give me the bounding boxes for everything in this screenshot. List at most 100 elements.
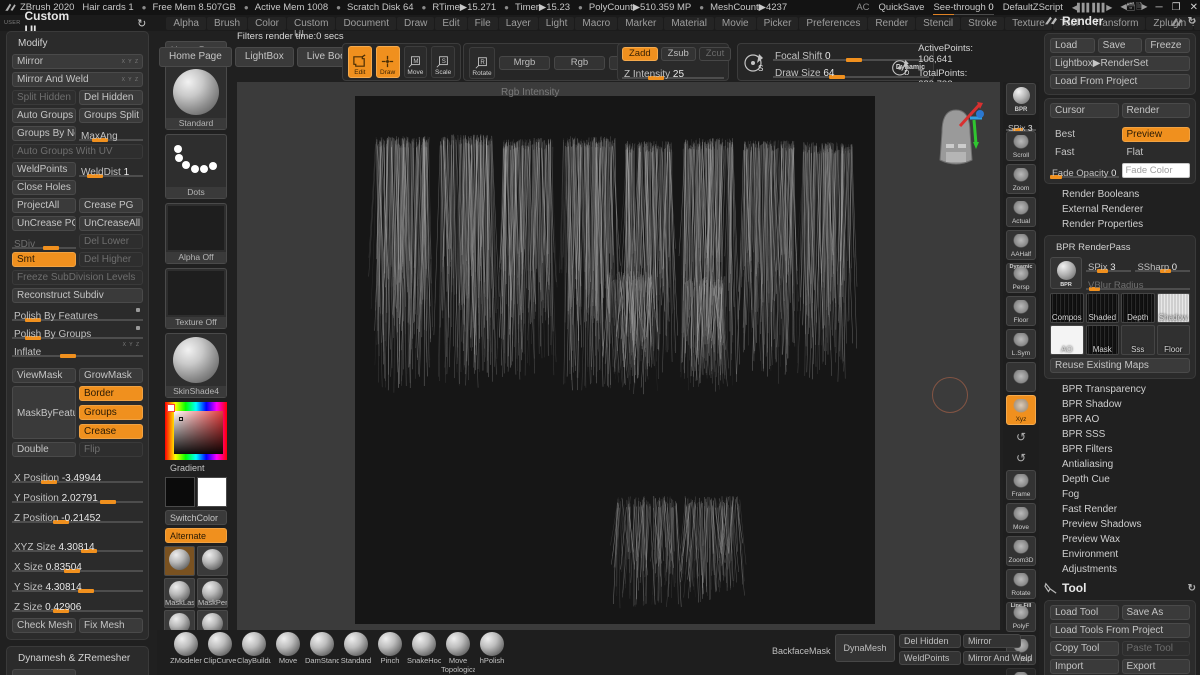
main-color-swatch[interactable] (165, 477, 195, 507)
render-section-render-properties[interactable]: Render Properties (1040, 217, 1200, 232)
menu-item-preferences[interactable]: Preferences (799, 16, 868, 30)
import-button[interactable]: Import (1050, 659, 1119, 674)
slider-y-position[interactable]: Y Position 2.02791 (12, 488, 143, 504)
strip-ghost-icon[interactable]: Ghost (1006, 668, 1036, 675)
strip-scroll-hand-icon[interactable]: Scroll (1006, 131, 1036, 161)
weldpoints-bottom-button[interactable]: WeldPoints (899, 651, 961, 665)
render-section-fog[interactable]: Fog (1040, 487, 1200, 502)
render-section-bpr-sss[interactable]: BPR SSS (1040, 427, 1200, 442)
menu-item-stroke[interactable]: Stroke (961, 16, 1005, 30)
mask-feature-crease[interactable]: Crease (79, 424, 143, 439)
strip-floor-grid-icon[interactable]: Floor (1006, 296, 1036, 326)
alternate-button[interactable]: Alternate (165, 528, 227, 543)
menu-item-alpha[interactable]: Alpha (166, 16, 206, 30)
tab-home-page[interactable]: Home Page (159, 47, 232, 67)
swatch-alpha-off[interactable]: Alpha Off (165, 203, 227, 264)
menu-item-movie[interactable]: Movie (714, 16, 756, 30)
menu-item-light[interactable]: Light (538, 16, 575, 30)
btn-groups-split[interactable]: Groups Split (79, 108, 143, 123)
render-pass-mask[interactable]: Mask (1085, 325, 1119, 355)
btn-flip[interactable]: Flip (79, 442, 143, 457)
btn-crease-pg[interactable]: Crease PG (79, 198, 143, 213)
slider-polish-by-groups[interactable]: Polish By Groups (12, 324, 143, 340)
strip-rotate3d-icon[interactable]: Rotate (1006, 569, 1036, 599)
brush-pinch[interactable]: Pinch (373, 630, 407, 674)
btn-del-lower[interactable]: Del Lower (79, 234, 143, 249)
btn-projectall[interactable]: ProjectAll (12, 198, 76, 213)
best-button[interactable]: Best (1050, 127, 1119, 142)
strip-aahalf-icon[interactable]: AAHalf (1006, 230, 1036, 260)
swatch-texture-off[interactable]: Texture Off (165, 268, 227, 329)
render-section-bpr-filters[interactable]: BPR Filters (1040, 442, 1200, 457)
load-tool-button[interactable]: Load Tool (1050, 605, 1119, 620)
slider-polish-by-features[interactable]: Polish By Features (12, 306, 143, 322)
btn-auto-groups[interactable]: Auto Groups (12, 108, 76, 123)
flat-button[interactable]: Flat (1122, 145, 1191, 160)
bpr-preview-button[interactable]: BPR (1050, 257, 1082, 289)
strip-frame-icon[interactable]: Frame (1006, 470, 1036, 500)
btn-freeze-subdivision-levels[interactable]: Freeze SubDivision Levels (12, 270, 143, 285)
dynamic-brush-d-icon[interactable]: D (890, 54, 913, 80)
z-intensity-slider[interactable]: Z Intensity 25 (622, 64, 724, 80)
load-tools-from-project-button[interactable]: Load Tools From Project (1050, 623, 1190, 638)
btn-double[interactable]: Double (12, 442, 76, 457)
slider-sdiv[interactable]: SDiv (12, 234, 76, 250)
copy-tool-button[interactable]: Copy Tool (1050, 641, 1119, 656)
rotate-mode-button[interactable]: R Rotate (469, 47, 495, 79)
zcut-button[interactable]: Zcut (698, 47, 732, 61)
ssharp-slider[interactable]: SSharp 0 (1135, 257, 1190, 273)
orientation-gizmo[interactable] (922, 100, 992, 182)
menu-item-brush[interactable]: Brush (206, 16, 248, 30)
xyz-toggle[interactable]: X Y Z (123, 342, 140, 348)
cursor-button[interactable]: Cursor (1050, 103, 1119, 118)
gradient-label[interactable]: Gradient (165, 460, 227, 475)
material-sphere2-icon[interactable] (197, 546, 228, 576)
modifier-dot[interactable] (136, 326, 140, 330)
document-area[interactable] (355, 96, 875, 624)
color-picker[interactable] (165, 402, 227, 460)
zadd-button[interactable]: Zadd (622, 47, 658, 61)
render-pass-floor[interactable]: Floor (1156, 325, 1190, 355)
preview-button[interactable]: Preview (1121, 127, 1190, 142)
scale-mode-button[interactable]: S Scale (431, 46, 455, 78)
tool-panel-header[interactable]: Tool ↻ (1040, 579, 1200, 597)
menu-item-draw[interactable]: Draw (397, 16, 435, 30)
render-section-external-renderer[interactable]: External Renderer (1040, 202, 1200, 217)
slider-xyz-size[interactable]: XYZ Size 4.30814 (12, 537, 143, 553)
render-pass-compos[interactable]: Compos (1050, 293, 1084, 323)
switch-color-button[interactable]: SwitchColor (165, 510, 227, 525)
xyz-toggle[interactable]: X Y Z (122, 74, 139, 86)
strip-xyz-axis-icon[interactable]: Xyz (1006, 395, 1036, 425)
brush-claybuildup[interactable]: ClayBuildup (237, 630, 271, 674)
menu-item-color[interactable]: Color (248, 16, 286, 30)
menu-item-material[interactable]: Material (664, 16, 714, 30)
mask-feature-groups[interactable]: Groups (79, 405, 143, 420)
render-section-depth-cue[interactable]: Depth Cue (1040, 472, 1200, 487)
menu-item-picker[interactable]: Picker (756, 16, 799, 30)
menu-item-file[interactable]: File (467, 16, 498, 30)
vblur-radius-slider[interactable]: VBlur Radius (1086, 275, 1190, 291)
move-mode-button[interactable]: M Move (403, 46, 428, 78)
strip-move-hand-icon[interactable]: Move (1006, 503, 1036, 533)
strip-perspective-icon[interactable]: DynamicPersp (1006, 263, 1036, 293)
mrgb-button[interactable]: Mrgb (499, 56, 550, 70)
slider-z-size[interactable]: Z Size 0.42906 (12, 597, 143, 613)
zsub-button[interactable]: Zsub (660, 47, 696, 61)
fast-button[interactable]: Fast (1050, 145, 1119, 160)
menu-item-layer[interactable]: Layer (498, 16, 538, 30)
render-section-adjustments[interactable]: Adjustments (1040, 562, 1200, 577)
dynamesh-bottom-button[interactable]: DynaMesh (835, 634, 895, 662)
brush-clipcurve[interactable]: ClipCurve (203, 630, 237, 674)
render-freeze-button[interactable]: Freeze (1145, 38, 1190, 53)
menu-item-stencil[interactable]: Stencil (916, 16, 961, 30)
brush-snakehook[interactable]: SnakeHook (407, 630, 441, 674)
btn-weldpoints[interactable]: WeldPoints (12, 162, 76, 177)
menu-item-render[interactable]: Render (868, 16, 916, 30)
render-section-bpr-transparency[interactable]: BPR Transparency (1040, 382, 1200, 397)
render-pass-sss[interactable]: Sss (1121, 325, 1155, 355)
reset-icon[interactable]: ↻ (1188, 16, 1196, 27)
mask-pen-icon[interactable]: MaskPen (197, 578, 228, 608)
check-mesh-integrity-button[interactable]: Check Mesh Integrity (12, 618, 76, 633)
modifier-dot[interactable] (136, 308, 140, 312)
spix-slider[interactable]: SPix 3 (1086, 257, 1132, 273)
